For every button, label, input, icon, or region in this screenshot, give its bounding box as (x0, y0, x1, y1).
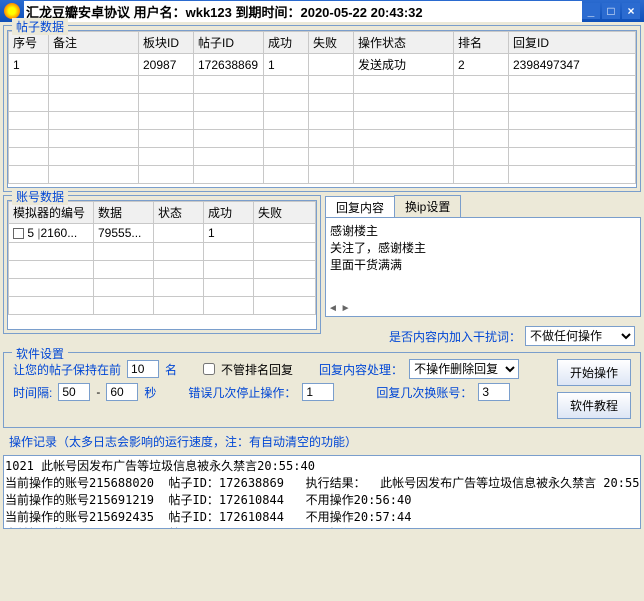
tutorial-button[interactable]: 软件教程 (557, 392, 631, 419)
interval-label: 时间隔: (13, 384, 52, 401)
row-checkbox[interactable] (13, 228, 24, 239)
col-reply[interactable]: 回复ID (509, 32, 636, 54)
app-icon (4, 3, 20, 19)
post-data-fieldset: 帖子数据 序号 备注 板块ID 帖子ID 成功 失败 操作状态 排名 回复ID … (3, 25, 641, 192)
col-data[interactable]: 数据 (94, 202, 154, 224)
reply-line: 感谢楼主 (330, 222, 636, 239)
ignore-rank-checkbox[interactable] (203, 363, 215, 375)
err-input[interactable] (302, 383, 334, 401)
scroll-arrows-icon[interactable]: ◄ ► (328, 303, 351, 314)
reply-line: 关注了，感谢楼主 (330, 239, 636, 256)
log-fieldset: 操作记录（太多日志会影响的运行速度，注：有自动清空的功能） (3, 431, 641, 452)
post-data-legend: 帖子数据 (12, 18, 68, 35)
keep-input[interactable] (127, 360, 159, 378)
reply-content-box[interactable]: 感谢楼主 关注了，感谢楼主 里面干货满满 ◄ ► (325, 217, 641, 317)
tab-reply-content[interactable]: 回复内容 (325, 196, 395, 218)
col-ng[interactable]: 失败 (254, 202, 316, 224)
reply-line: 里面干货满满 (330, 256, 636, 273)
col-state[interactable]: 状态 (154, 202, 204, 224)
close-button[interactable]: × (622, 3, 640, 19)
window-title: 汇龙豆瓣安卓协议 用户名：wkk123 到期时间：2020-05-22 20:4… (24, 1, 582, 22)
table-row[interactable]: 1 20987 172638869 1 发送成功 2 2398497347 (9, 54, 636, 76)
disturb-select[interactable]: 不做任何操作 (525, 326, 635, 346)
table-row[interactable]: 5 |2160... 79555... 1 (9, 224, 316, 243)
col-ok[interactable]: 成功 (204, 202, 254, 224)
start-button[interactable]: 开始操作 (557, 359, 631, 386)
minimize-button[interactable]: _ (582, 3, 600, 19)
keep-unit: 名 (165, 361, 177, 378)
col-post[interactable]: 帖子ID (194, 32, 264, 54)
col-success[interactable]: 成功 (264, 32, 309, 54)
reply-handle-label: 回复内容处理： (319, 361, 403, 378)
col-rank[interactable]: 排名 (454, 32, 509, 54)
col-fail[interactable]: 失败 (309, 32, 354, 54)
col-board[interactable]: 板块ID (139, 32, 194, 54)
swap-label: 回复几次换账号： (376, 384, 472, 401)
log-legend: 操作记录（太多日志会影响的运行速度，注：有自动清空的功能） (3, 431, 641, 452)
reply-handle-select[interactable]: 不操作删除回复 (409, 359, 519, 379)
account-data-legend: 账号数据 (12, 188, 68, 205)
maximize-button[interactable]: □ (602, 3, 620, 19)
account-data-fieldset: 账号数据 模拟器的编号 数据 状态 成功 失败 5 |2160... 79555… (3, 195, 321, 334)
col-status[interactable]: 操作状态 (354, 32, 454, 54)
log-textarea[interactable]: 1021 此帐号因发布广告等垃圾信息被永久禁言20:55:40 当前操作的账号2… (3, 455, 641, 529)
account-data-table[interactable]: 模拟器的编号 数据 状态 成功 失败 5 |2160... 79555... 1 (8, 201, 316, 315)
interval-hi-input[interactable] (106, 383, 138, 401)
swap-input[interactable] (478, 383, 510, 401)
keep-label: 让您的帖子保持在前 (13, 361, 121, 378)
interval-unit: 秒 (144, 384, 156, 401)
disturb-label: 是否内容内加入干扰词： (389, 328, 521, 345)
tab-ip-settings[interactable]: 换ip设置 (394, 195, 461, 217)
software-settings-fieldset: 软件设置 让您的帖子保持在前 名 不管排名回复 回复内容处理： 不操作删除回复 … (3, 352, 641, 428)
err-label: 错误几次停止操作： (188, 384, 296, 401)
interval-lo-input[interactable] (58, 383, 90, 401)
post-data-table[interactable]: 序号 备注 板块ID 帖子ID 成功 失败 操作状态 排名 回复ID 1 209… (8, 31, 636, 184)
ignore-rank-label: 不管排名回复 (221, 361, 293, 378)
software-settings-legend: 软件设置 (12, 345, 68, 362)
